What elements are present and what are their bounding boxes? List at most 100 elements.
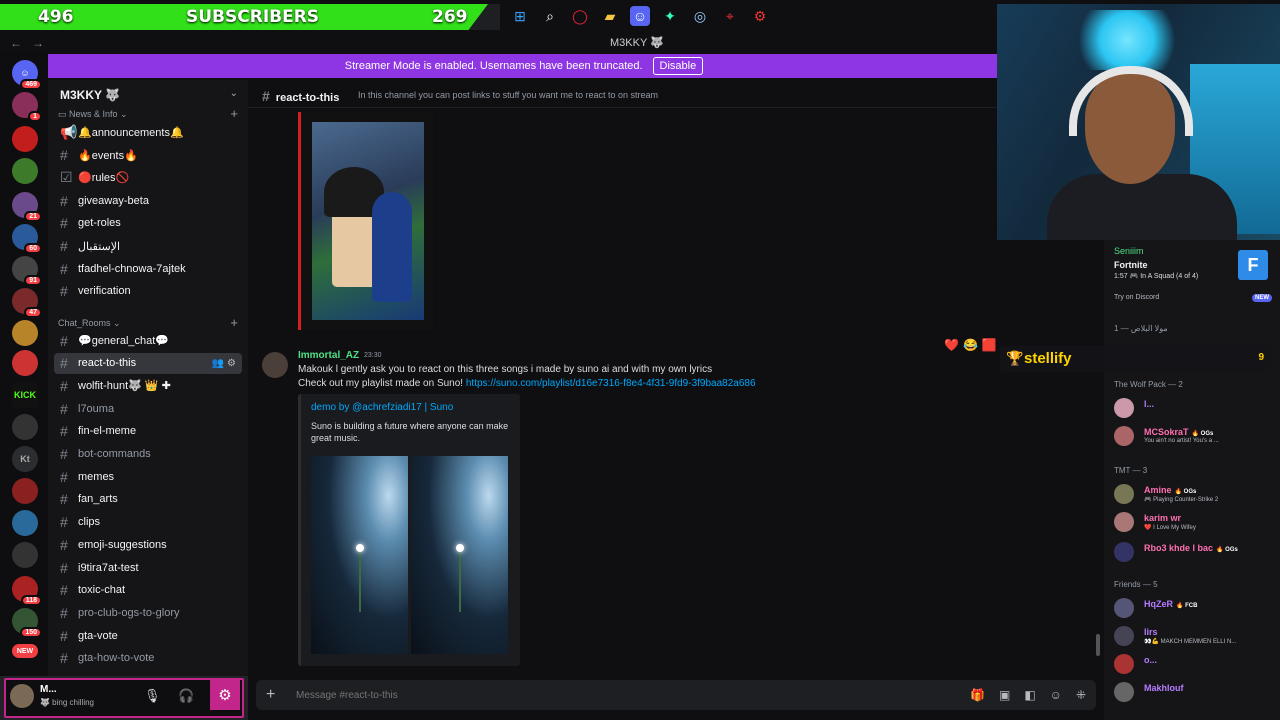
channel-item[interactable]: # bot-commands [54, 444, 242, 465]
server-icon[interactable]: 91 [12, 256, 42, 286]
server-icon[interactable] [12, 126, 38, 152]
channel-item[interactable]: # l7ouma [54, 398, 242, 419]
category-news[interactable]: ▭ News & Info ⌄ [58, 109, 128, 120]
channel-item[interactable]: # 💬general_chat💬 [54, 330, 242, 351]
channel-item[interactable]: # i9tira7at-test [54, 557, 242, 578]
member-item[interactable]: Rbo3 khde l bac 🔥 OGs [1114, 542, 1276, 564]
server-icon[interactable]: 1 [12, 92, 42, 122]
new-badge[interactable]: NEW [12, 644, 38, 658]
gear-icon[interactable]: ⚙ [210, 680, 240, 710]
reaction-icon[interactable]: 🟥 [982, 338, 997, 352]
channel-item[interactable]: # verification [54, 281, 242, 302]
microphone-icon[interactable]: 🎙 [144, 688, 161, 704]
heart-reaction-icon[interactable]: ❤️ [944, 338, 959, 352]
message-author[interactable]: Immortal_AZ [298, 350, 359, 361]
server-icon[interactable]: 118 [12, 576, 42, 606]
windows-start-icon[interactable]: ⊞ [510, 6, 530, 26]
server-icon[interactable] [12, 158, 38, 184]
server-icon[interactable]: 47 [12, 288, 42, 318]
search-icon[interactable]: ⌕ [540, 6, 560, 26]
avatar [1114, 398, 1134, 418]
category-chat[interactable]: Chat_Rooms ⌄ [58, 318, 121, 329]
discord-app-icon[interactable]: ☺ [630, 6, 650, 26]
disable-button[interactable]: Disable [652, 57, 704, 75]
chevron-down-icon[interactable]: ⌄ [230, 88, 238, 99]
attached-image[interactable] [298, 112, 433, 330]
member-item[interactable]: l... [1114, 398, 1276, 420]
channel-item[interactable]: # gta-vote [54, 625, 242, 646]
kt-server[interactable]: Kt [12, 446, 38, 472]
member-item[interactable]: o... [1114, 654, 1276, 676]
channel-item[interactable]: # 🔥events🔥 [54, 145, 242, 166]
member-item[interactable]: MCSokraT 🔥 OGs You ain't no artist! You's … [1114, 426, 1276, 448]
nav-arrows[interactable]: ←→ [10, 36, 54, 50]
folder-icon[interactable]: ▰ [600, 6, 620, 26]
playlist-link[interactable]: https://suno.com/playlist/d16e7316-f8e4-… [466, 378, 756, 389]
gift-icon[interactable]: 🎁 [970, 688, 985, 702]
app-icon[interactable]: ✦ [660, 6, 680, 26]
server-icon[interactable] [12, 542, 38, 568]
server-icon[interactable] [12, 350, 38, 376]
emoji-icon[interactable]: ☺ [1050, 688, 1062, 702]
server-name[interactable]: M3KKY 🐺 [60, 88, 120, 102]
channel-item[interactable]: # react-to-this 👥 ⚙ [54, 352, 242, 374]
server-icon[interactable] [12, 510, 38, 536]
channel-item[interactable]: # get-roles [54, 213, 242, 234]
attach-plus-icon[interactable]: + [266, 686, 275, 704]
apps-icon[interactable]: ⁜ [1076, 688, 1086, 702]
embed-thumbnail[interactable] [311, 456, 408, 654]
headphones-icon[interactable]: 🎧 [178, 688, 194, 704]
channel-label: clips [78, 516, 101, 529]
hash-icon: # [60, 536, 68, 553]
channel-item[interactable]: # emoji-suggestions [54, 534, 242, 555]
channel-item[interactable]: 📢 🔔announcements🔔 [54, 122, 242, 143]
channel-item[interactable]: # fan_arts [54, 489, 242, 510]
add-channel-icon[interactable]: + [230, 106, 238, 121]
channel-item[interactable]: # gta-how-to-vote [54, 648, 242, 669]
member-item[interactable]: karim wr ❤️ I Love My Wifey [1114, 512, 1276, 534]
server-icon[interactable] [12, 320, 38, 346]
member-item[interactable]: Makhlouf [1114, 682, 1276, 704]
channel-item[interactable]: # الإستقبال [54, 236, 242, 257]
member-item[interactable]: Amine 🔥 OGs 🎮 Playing Counter-Strike 2 [1114, 484, 1276, 506]
avatar[interactable] [10, 684, 34, 708]
channel-item[interactable]: # tfadhel-chnowa-7ajtek [54, 258, 242, 279]
server-icon[interactable] [12, 478, 38, 504]
channel-item[interactable]: # toxic-chat [54, 580, 242, 601]
activity-card[interactable]: Seniiim Fortnite 1:57 🎮 In A Squad (4 of… [1114, 246, 1274, 310]
add-channel-icon[interactable]: + [230, 315, 238, 330]
channel-settings-icon[interactable]: 👥 ⚙ [212, 358, 236, 369]
embed-title[interactable]: demo by @achrefziadi17 | Suno [311, 402, 453, 413]
settings-app-icon[interactable]: ⚙ [750, 6, 770, 26]
sticker-icon[interactable]: ◧ [1024, 688, 1035, 702]
opera-icon[interactable]: ◯ [570, 6, 590, 26]
embed-thumbnail[interactable] [411, 456, 508, 654]
gif-icon[interactable]: ▣ [999, 688, 1010, 702]
badge: 150 [20, 627, 42, 638]
channel-item[interactable]: # memes [54, 466, 242, 487]
server-icon[interactable]: 21 [12, 192, 42, 222]
laugh-reaction-icon[interactable]: 😂 [963, 338, 978, 352]
scrollbar[interactable] [1096, 634, 1100, 656]
server-icon[interactable]: 60 [12, 224, 42, 254]
kick-server[interactable]: KICK [12, 382, 38, 408]
try-on-discord[interactable]: Try on Discord [1114, 294, 1159, 301]
channel-item[interactable]: # giveaway-beta [54, 190, 242, 211]
author-avatar[interactable] [262, 352, 288, 378]
message-input[interactable] [296, 686, 896, 704]
avatar [1114, 426, 1134, 446]
channel-item[interactable]: # fin-el-meme [54, 421, 242, 442]
member-item[interactable]: lirs 👀💪 MAKCH MEMMEN ELLI N... [1114, 626, 1276, 648]
channel-item[interactable]: # clips [54, 512, 242, 533]
server-icon[interactable]: 150 [12, 608, 42, 638]
member-item[interactable]: HqZeR 🔥 FCB [1114, 598, 1276, 620]
member-name-text: karim wr [1144, 513, 1182, 523]
maps-pin-icon[interactable]: ⌖ [720, 6, 740, 26]
member-name: karim wr [1144, 513, 1181, 523]
steam-icon[interactable]: ◎ [690, 6, 710, 26]
channel-item[interactable]: ☑ 🔴rules🚫 [54, 167, 242, 188]
server-home[interactable]: ☺ 469 [12, 60, 42, 90]
channel-item[interactable]: # pro-club-ogs-to-glory [54, 602, 242, 623]
channel-item[interactable]: # wolfit-hunt🐺 👑 ✚ [54, 375, 242, 396]
server-icon[interactable] [12, 414, 38, 440]
